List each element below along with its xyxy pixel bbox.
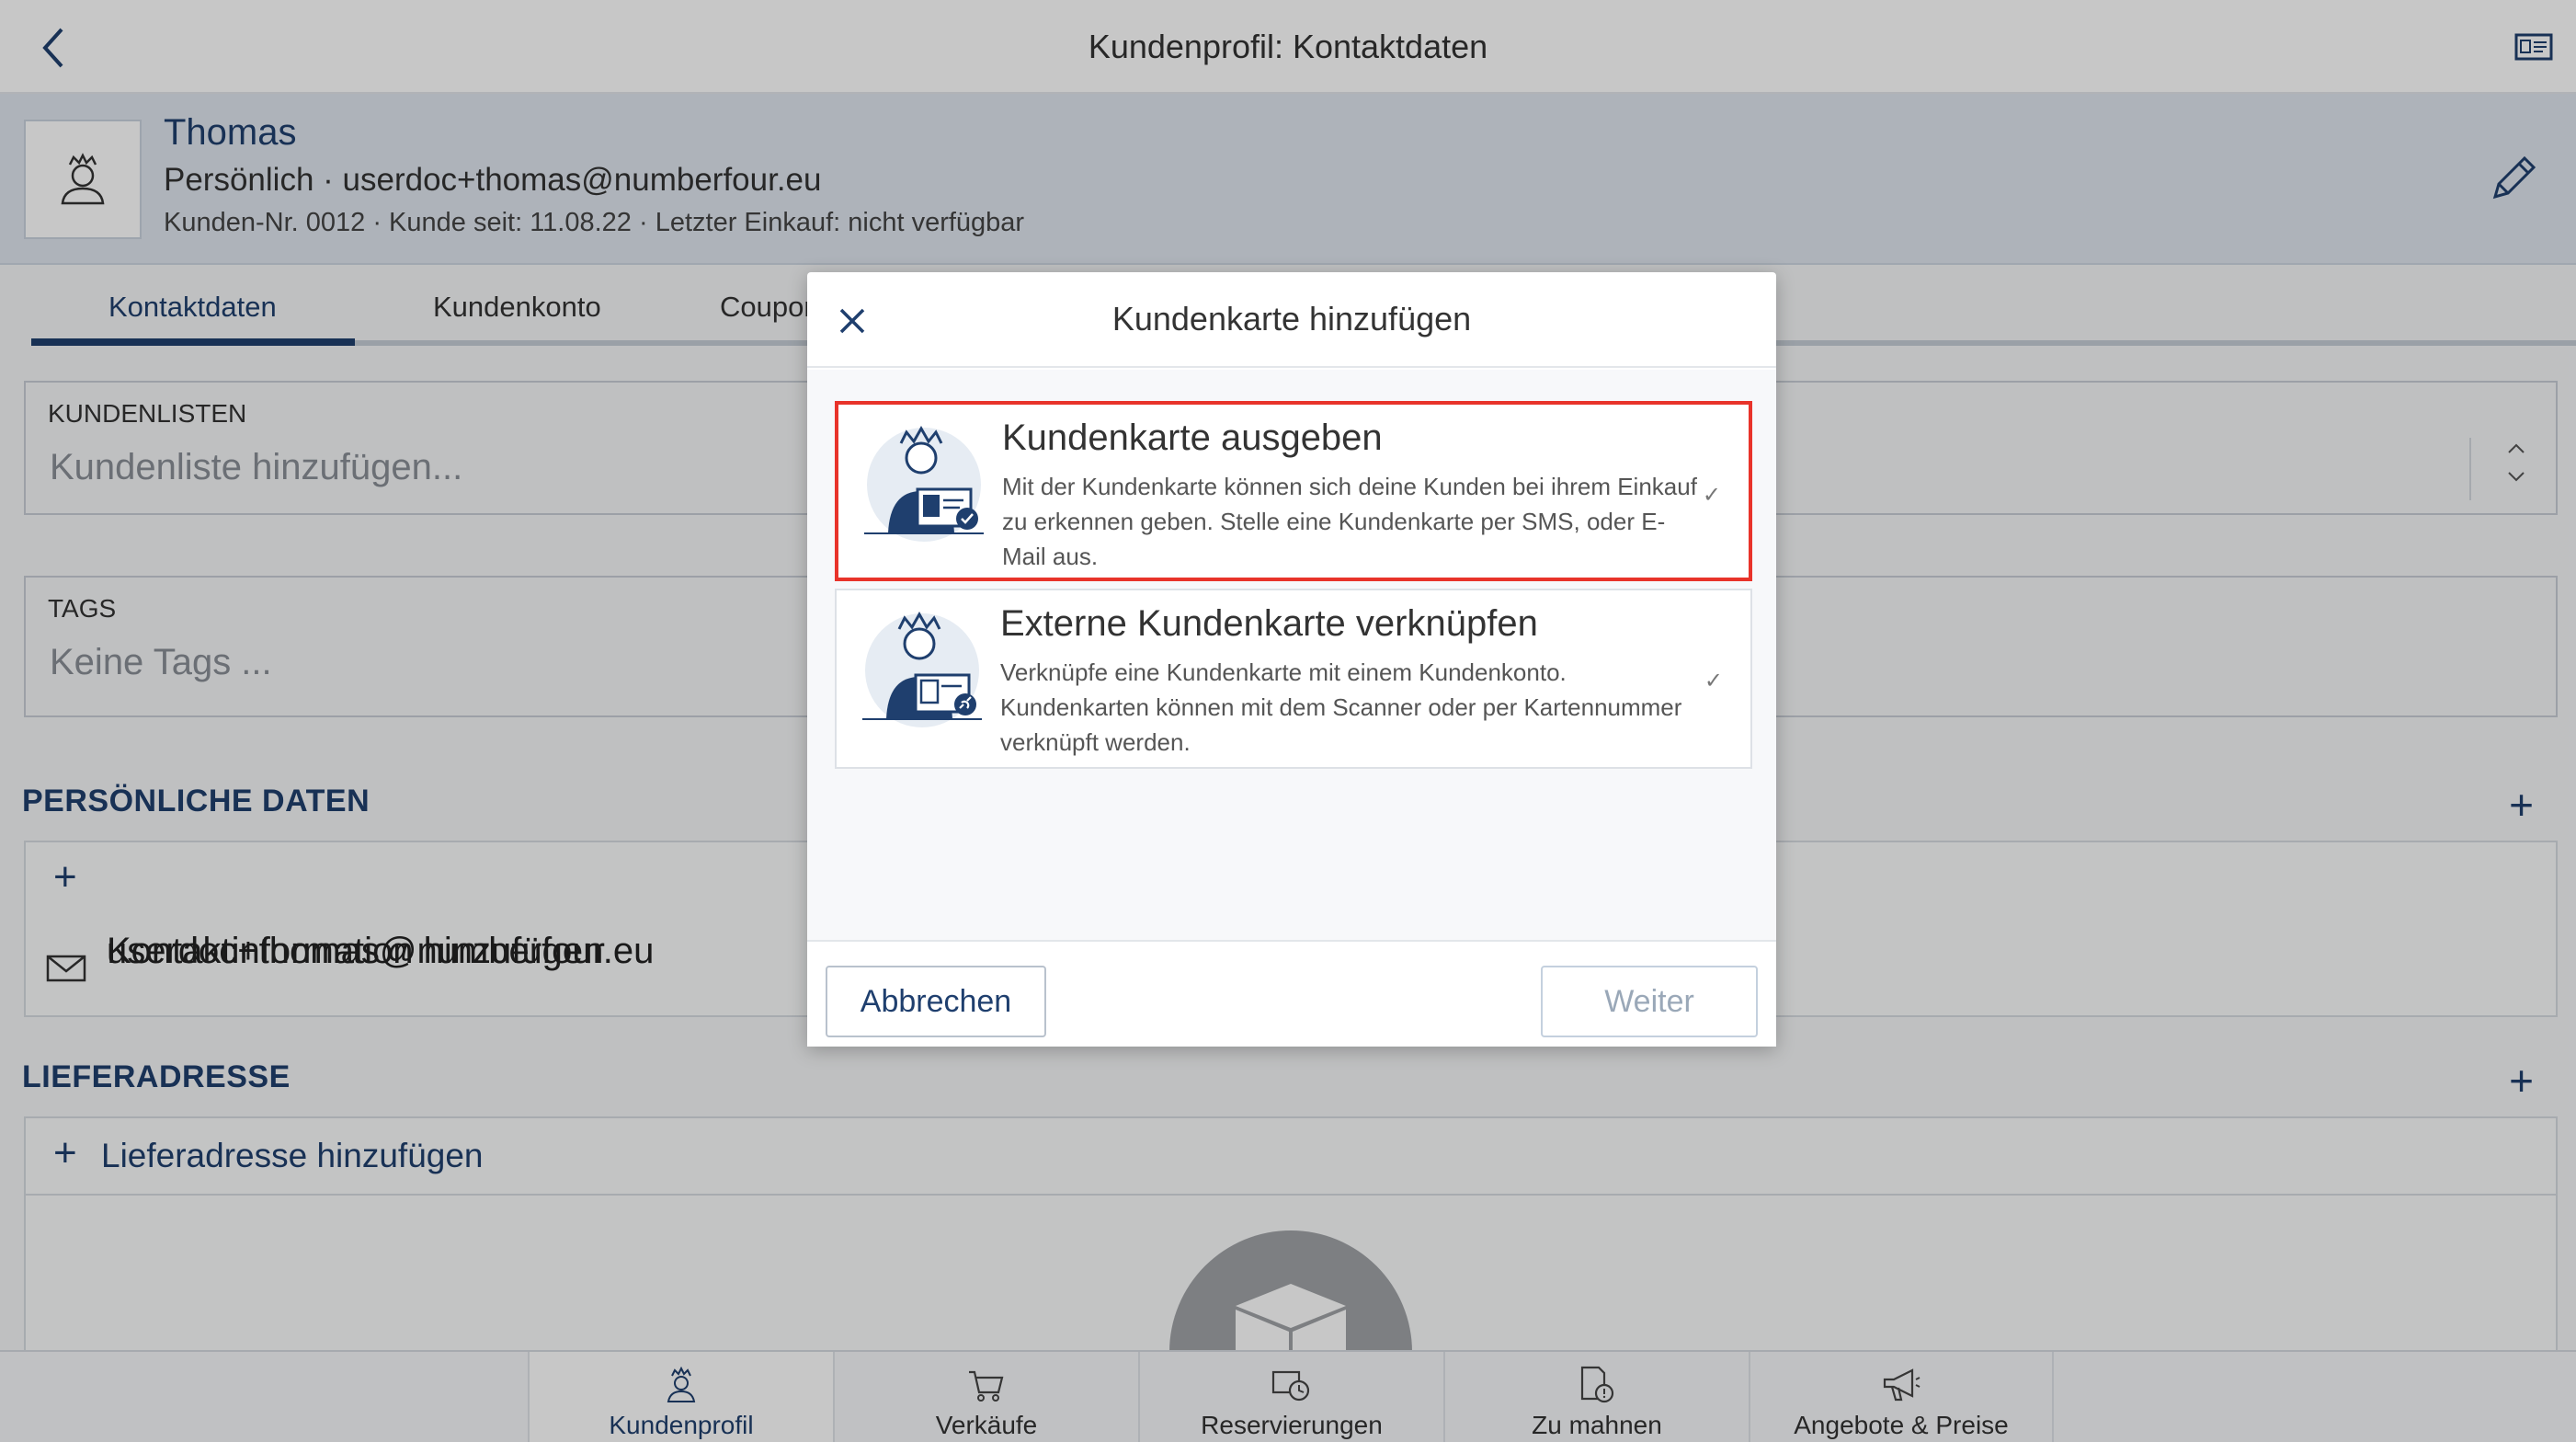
next-button[interactable]: Weiter bbox=[1541, 966, 1758, 1037]
check-icon: ✓ bbox=[1704, 669, 1723, 693]
check-icon: ✓ bbox=[1702, 483, 1721, 508]
dialog-header: Kundenkarte hinzufügen bbox=[807, 272, 1776, 368]
dialog-footer: Abbrechen Weiter bbox=[807, 940, 1776, 1047]
customer-card-illustration-icon bbox=[864, 425, 984, 542]
option-title: Externe Kundenkarte verknüpfen bbox=[1000, 603, 1538, 644]
cancel-button[interactable]: Abbrechen bbox=[826, 966, 1046, 1037]
add-customer-card-dialog: Kundenkarte hinzufügen Kundenkarte ausge… bbox=[807, 272, 1776, 1047]
option-title: Kundenkarte ausgeben bbox=[1002, 418, 1383, 458]
option-link-external-card[interactable]: Externe Kundenkarte verknüpfen Verknüpfe… bbox=[835, 589, 1752, 769]
external-card-illustration-icon bbox=[862, 611, 982, 727]
option-description: Mit der Kundenkarte können sich deine Ku… bbox=[1002, 473, 1697, 570]
dialog-title: Kundenkarte hinzufügen bbox=[1111, 300, 1472, 338]
dialog-body: Kundenkarte ausgeben Mit der Kundenkarte… bbox=[807, 370, 1776, 940]
option-description: Verknüpfe eine Kundenkarte mit einem Kun… bbox=[1000, 658, 1682, 756]
option-issue-customer-card[interactable]: Kundenkarte ausgeben Mit der Kundenkarte… bbox=[835, 401, 1752, 581]
